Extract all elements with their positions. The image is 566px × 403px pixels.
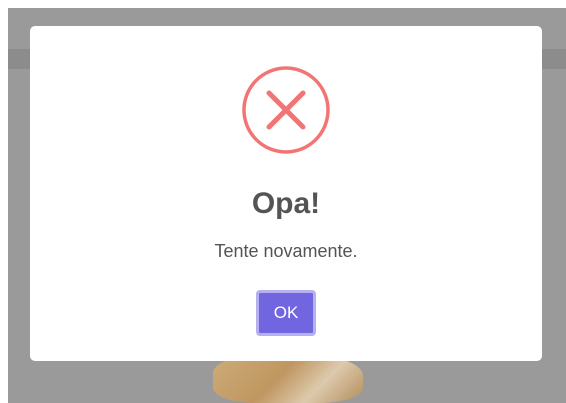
error-x-icon: [242, 66, 330, 154]
dialog-message: Tente novamente.: [214, 241, 358, 261]
dialog-title: Opa!: [251, 187, 321, 220]
page: Opa! Tente novamente. OK: [0, 0, 566, 403]
error-dialog: Opa! Tente novamente. OK: [30, 26, 542, 361]
ok-button[interactable]: OK: [256, 290, 316, 336]
